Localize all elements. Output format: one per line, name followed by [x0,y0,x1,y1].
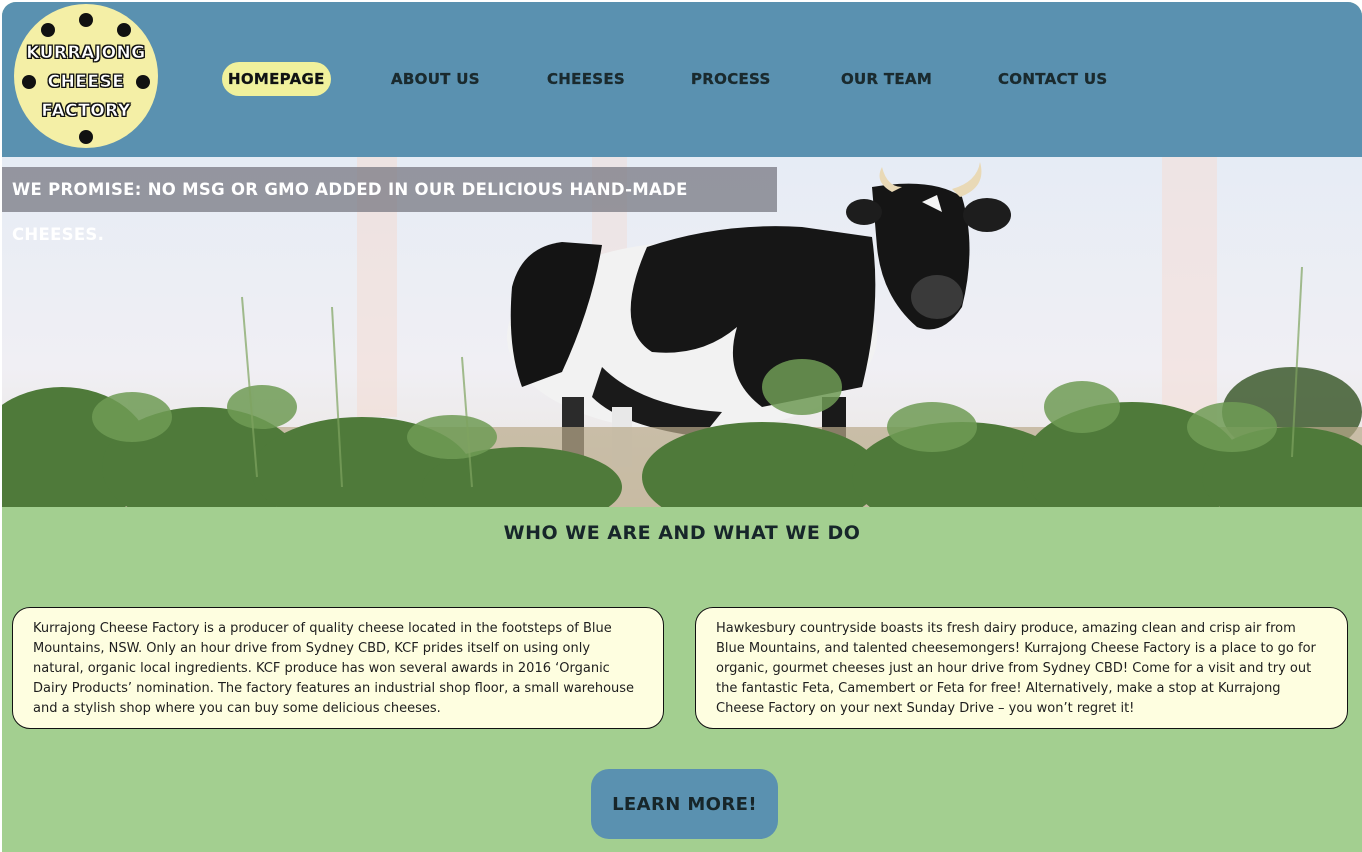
site-logo[interactable]: KURRAJONG CHEESE FACTORY [14,4,158,148]
nav-process[interactable]: PROCESS [691,62,771,96]
logo-text-line-3: FACTORY [41,101,131,122]
site-header: KURRAJONG CHEESE FACTORY HOMEPAGE ABOUT … [2,2,1362,157]
logo-dot [41,23,55,37]
about-card-right: Hawkesbury countryside boasts its fresh … [695,607,1348,729]
nav-homepage[interactable]: HOMEPAGE [222,62,331,96]
logo-dot [79,13,93,27]
nav-about-us[interactable]: ABOUT US [391,62,480,96]
logo-text-line-1: KURRAJONG [26,43,146,64]
nav-our-team[interactable]: OUR TEAM [841,62,932,96]
promise-banner: WE PROMISE: NO MSG OR GMO ADDED IN OUR D… [2,167,777,244]
logo-dot [79,130,93,144]
nav-contact-us[interactable]: CONTACT US [998,62,1107,96]
learn-more-button[interactable]: LEARN MORE! [591,769,778,839]
about-card-left: Kurrajong Cheese Factory is a producer o… [12,607,664,729]
nav-cheeses[interactable]: CHEESES [547,62,625,96]
page-frame: KURRAJONG CHEESE FACTORY HOMEPAGE ABOUT … [2,2,1362,852]
section-title: WHO WE ARE AND WHAT WE DO [503,522,861,544]
logo-dot [117,23,131,37]
hero-banner: WE PROMISE: NO MSG OR GMO ADDED IN OUR D… [2,157,1362,507]
logo-text-line-2: CHEESE [47,72,125,93]
